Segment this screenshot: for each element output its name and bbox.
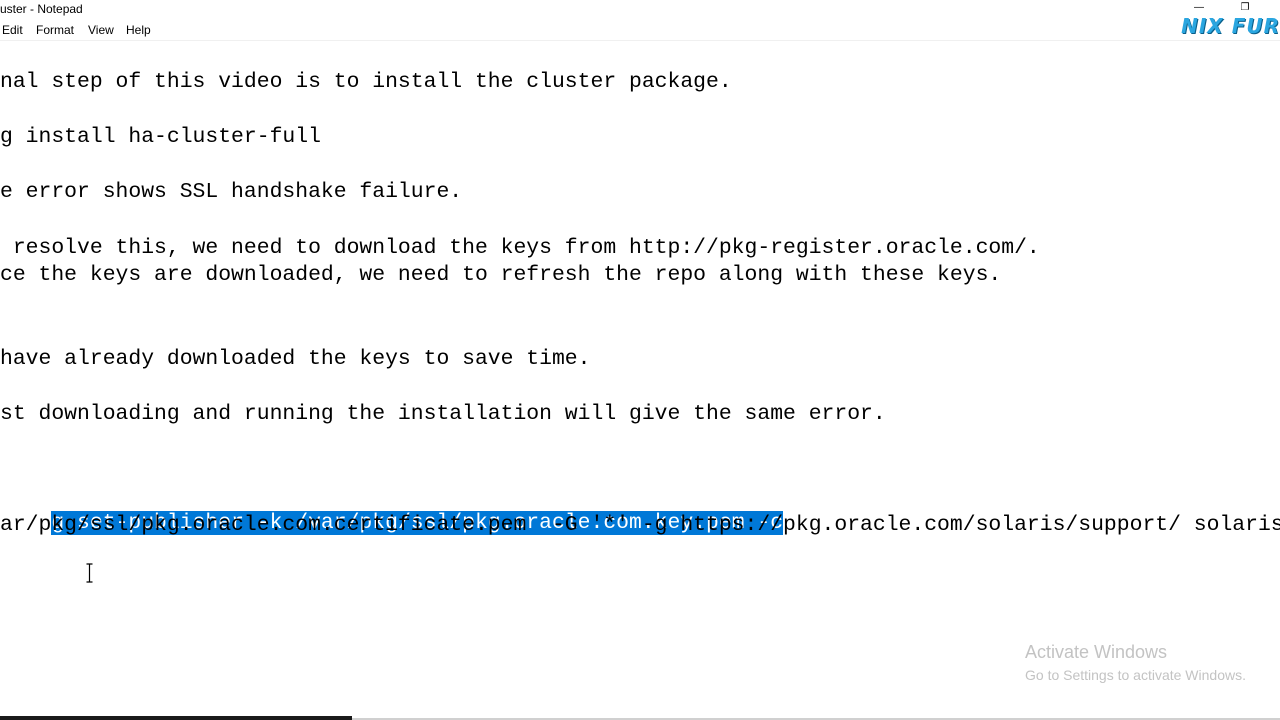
editor-line: e error shows SSL handshake failure. [0,180,463,204]
activate-windows-title: Activate Windows [1025,642,1168,662]
editor-line: g install ha-cluster-full [0,125,321,149]
editor-line: st downloading and running the installat… [0,402,886,426]
activate-windows-subtitle: Go to Settings to activate Windows. [1025,667,1246,683]
menu-bar: Edit Format View Help [0,20,1280,41]
menu-help[interactable]: Help [126,23,151,37]
editor-line: resolve this, we need to download the ke… [0,236,1040,260]
text-cursor-icon [86,563,93,583]
editor-line: ce the keys are downloaded, we need to r… [0,263,1002,287]
menu-edit[interactable]: Edit [2,23,23,37]
menu-view[interactable]: View [88,23,114,37]
editor-line: have already downloaded the keys to save… [0,347,591,371]
editor-line: ar/pkg/ssl/pkg.oracle.com.certificate.pe… [0,513,1280,537]
channel-logo: NIX FUR [1181,14,1280,38]
editor-line: nal step of this video is to install the… [0,70,732,94]
menu-format[interactable]: Format [36,23,74,37]
title-bar: uster - Notepad — ❐ [0,0,1280,20]
window-title: uster - Notepad [0,2,83,16]
horizontal-scrollbar-thumb[interactable] [0,716,352,720]
editor-line-selected: g set-publisher -k /var/pkg/ssl/pkg.orac… [0,484,784,535]
text-editor-area[interactable]: nal step of this video is to install the… [0,41,1280,718]
